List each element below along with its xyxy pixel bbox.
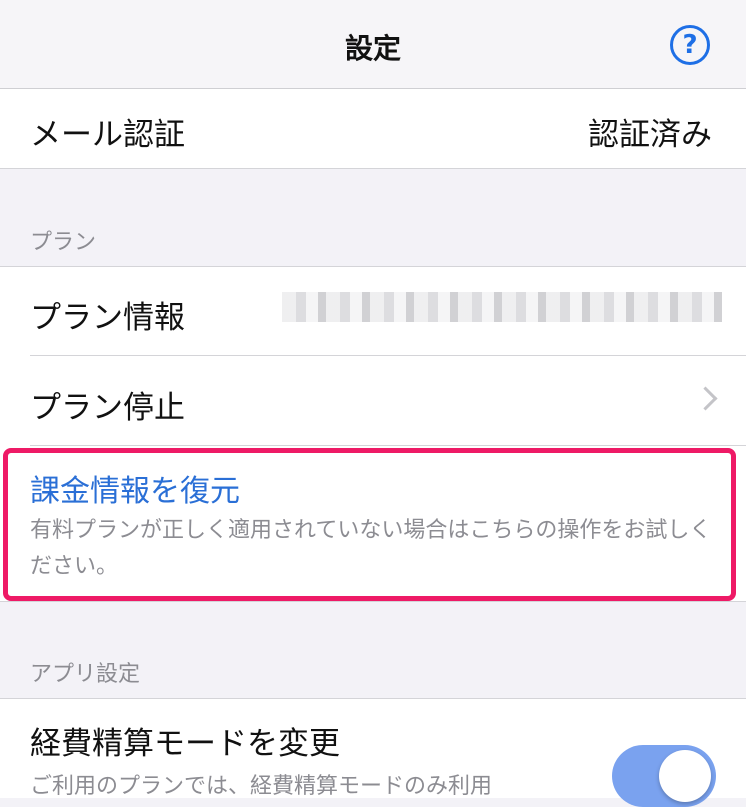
expense-mode-description: ご利用のプランでは、経費精算モードのみ利用 bbox=[30, 774, 493, 799]
plan-info-value-redacted bbox=[282, 292, 722, 322]
page-title: 設定 bbox=[344, 32, 401, 65]
highlight-frame bbox=[3, 448, 736, 601]
divider bbox=[30, 445, 746, 446]
plan-stop-row[interactable]: プラン停止 bbox=[30, 382, 185, 427]
expense-mode-title: 経費精算モードを変更 bbox=[30, 726, 340, 762]
app-settings-section-header: アプリ設定 bbox=[30, 662, 141, 687]
question-circle-icon[interactable]: ? bbox=[670, 25, 710, 65]
email-verification-status: 認証済み bbox=[588, 117, 712, 153]
navigation-bar: 設定 ? bbox=[0, 0, 746, 89]
email-verification-label: メール認証 bbox=[30, 117, 185, 153]
toggle-knob bbox=[659, 750, 711, 802]
divider bbox=[30, 355, 746, 356]
plan-section-header: プラン bbox=[30, 230, 97, 255]
plan-info-label: プラン情報 bbox=[30, 300, 185, 336]
email-verification-row: メール認証 認証済み bbox=[0, 89, 746, 169]
